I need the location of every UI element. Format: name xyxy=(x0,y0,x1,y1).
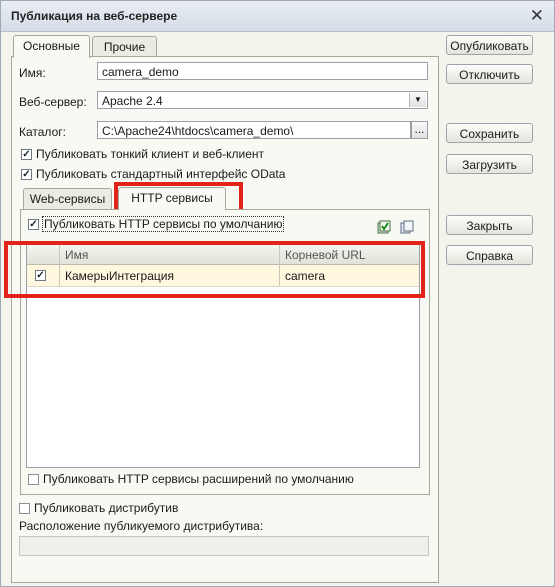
publish-extensions-label: Публиковать HTTP сервисы расширений по у… xyxy=(43,472,354,486)
save-button[interactable]: Сохранить xyxy=(446,123,533,143)
publish-extensions-checkbox[interactable] xyxy=(28,474,39,485)
odata-checkbox[interactable]: ✓ xyxy=(21,169,32,180)
close-icon[interactable]: ✕ xyxy=(530,6,544,26)
highlight-box-table xyxy=(4,241,425,298)
browse-button[interactable]: ... xyxy=(411,121,428,139)
disable-button[interactable]: Отключить xyxy=(446,64,533,84)
web-server-value: Apache 2.4 xyxy=(102,94,163,108)
catalog-input[interactable]: C:\Apache24\htdocs\camera_demo\ xyxy=(97,121,411,139)
tab-web-services[interactable]: Web-сервисы xyxy=(23,188,112,209)
thin-client-label: Публиковать тонкий клиент и веб-клиент xyxy=(36,147,265,161)
window-title: Публикация на веб-сервере xyxy=(11,9,178,23)
name-input[interactable]: camera_demo xyxy=(97,62,428,80)
publish-http-default-checkbox[interactable]: ✓ xyxy=(28,219,39,230)
load-button[interactable]: Загрузить xyxy=(446,154,533,174)
tab-other[interactable]: Прочие xyxy=(92,36,157,57)
tab-main[interactable]: Основные xyxy=(13,35,90,58)
distr-location-input[interactable] xyxy=(19,536,429,556)
publish-distr-label: Публиковать дистрибутив xyxy=(34,501,179,515)
copy-icon[interactable] xyxy=(400,220,414,234)
catalog-label: Каталог: xyxy=(19,125,66,139)
thin-client-checkbox[interactable]: ✓ xyxy=(21,149,32,160)
publish-distr-checkbox[interactable] xyxy=(19,503,30,514)
publish-button[interactable]: Опубликовать xyxy=(446,35,533,55)
help-button[interactable]: Справка xyxy=(446,245,533,265)
chevron-down-icon[interactable]: ▼ xyxy=(409,93,426,107)
odata-label: Публиковать стандартный интерфейс OData xyxy=(36,167,286,181)
web-server-label: Веб-сервер: xyxy=(19,95,87,109)
tab-http-services[interactable]: HTTP сервисы xyxy=(118,187,226,210)
publish-http-default-label: Публиковать HTTP сервисы по умолчанию xyxy=(42,216,285,232)
web-server-select[interactable]: Apache 2.4 ▼ xyxy=(97,91,428,109)
distr-location-label: Расположение публикуемого дистрибутива: xyxy=(19,519,264,533)
close-button[interactable]: Закрыть xyxy=(446,215,533,235)
title-bar: Публикация на веб-сервере ✕ xyxy=(1,1,554,32)
publish-dialog: Публикация на веб-сервере ✕ Основные Про… xyxy=(0,0,555,587)
check-all-icon[interactable] xyxy=(377,220,391,234)
name-label: Имя: xyxy=(19,66,46,80)
